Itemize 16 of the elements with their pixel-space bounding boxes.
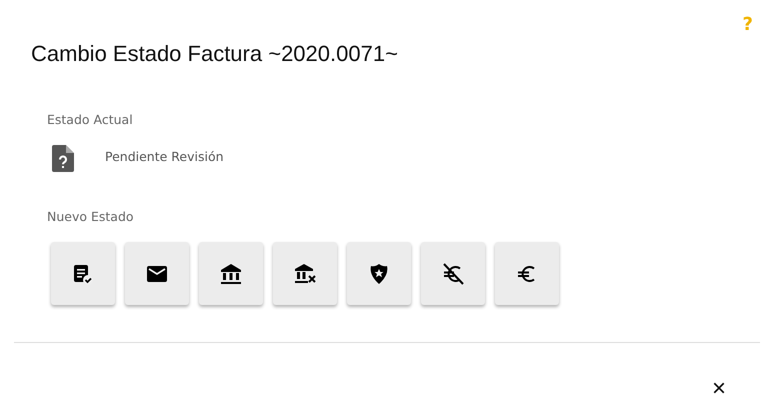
- state-button[interactable]: [495, 242, 559, 305]
- current-state-label: Estado Actual: [46, 111, 134, 127]
- new-state-label: Nuevo Estado: [46, 208, 135, 224]
- state-button[interactable]: [273, 242, 337, 305]
- euro-off-icon: [441, 262, 465, 286]
- dialog-title: Cambio Estado Factura ~2020.0071~: [31, 41, 398, 67]
- current-state: Pendiente Revisión: [105, 149, 224, 164]
- document-question-icon: [52, 145, 74, 172]
- close-button[interactable]: ×: [708, 377, 730, 401]
- state-button[interactable]: [421, 242, 485, 305]
- state-button[interactable]: [199, 242, 263, 305]
- bank-x-icon: [293, 262, 317, 286]
- bank-icon: [219, 262, 243, 286]
- state-button[interactable]: [125, 242, 189, 305]
- state-button[interactable]: [51, 242, 115, 305]
- state-button[interactable]: [347, 242, 411, 305]
